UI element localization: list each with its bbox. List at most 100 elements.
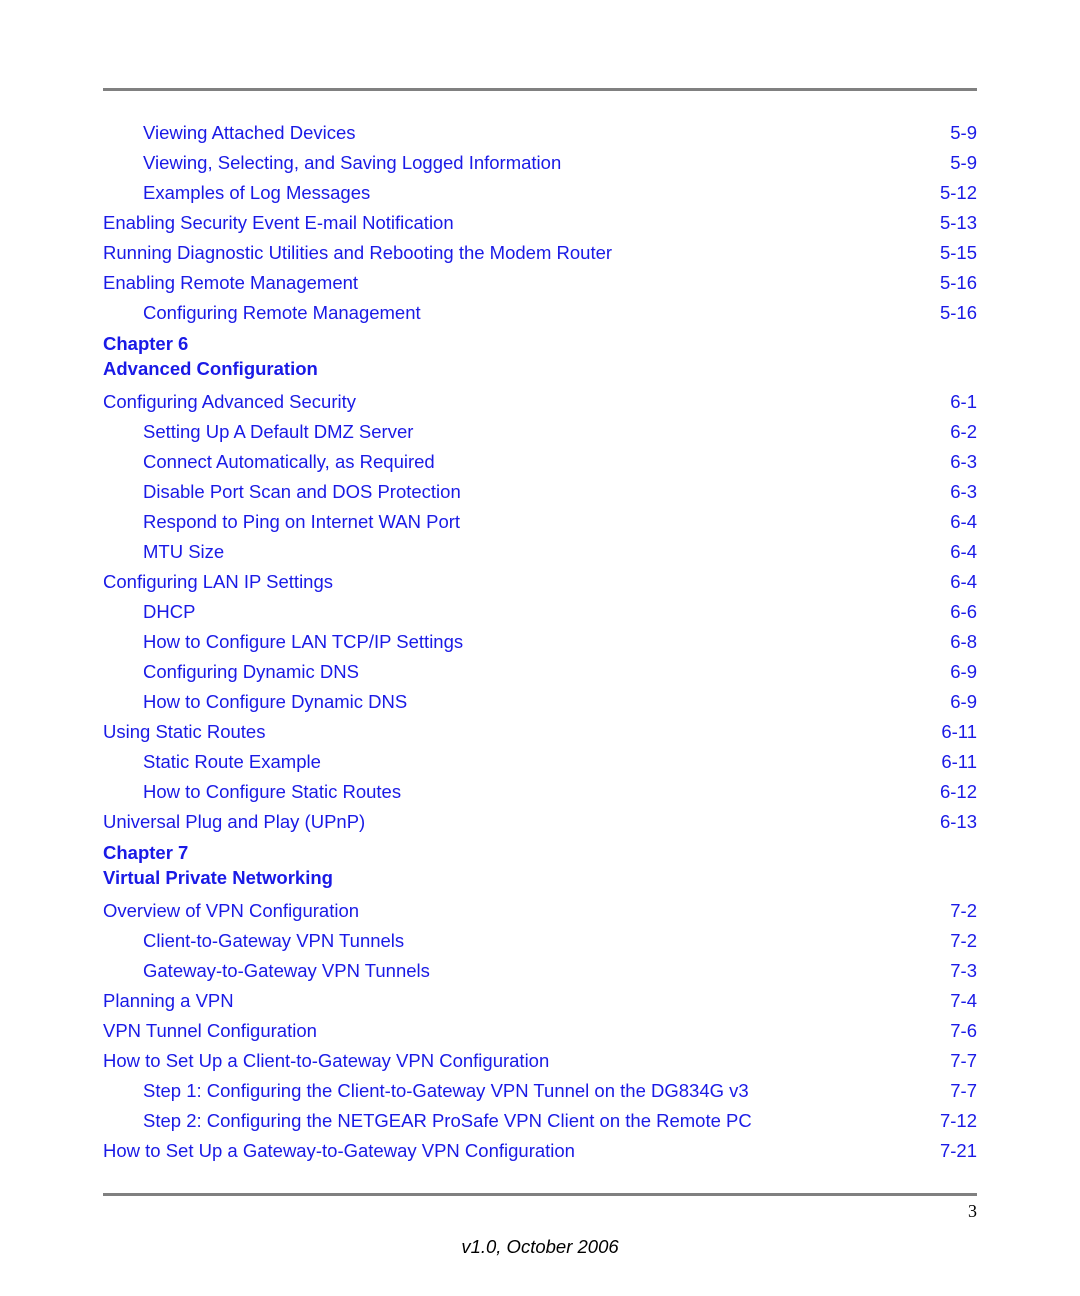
toc-entry-page-number: 6-2 <box>950 421 977 442</box>
toc-entry-title: Using Static Routes <box>103 721 266 742</box>
toc-entry[interactable]: Configuring Advanced Security 6-1 <box>103 387 977 417</box>
toc-entry-page-number: 6-6 <box>950 601 977 622</box>
toc-dot-leader <box>339 570 928 589</box>
toc-dot-leader <box>371 810 928 829</box>
toc-entry[interactable]: How to Set Up a Gateway-to-Gateway VPN C… <box>103 1136 977 1166</box>
toc-entry-page-number: 6-9 <box>950 661 977 682</box>
toc-entry[interactable]: Setting Up A Default DMZ Server 6-2 <box>103 417 977 447</box>
toc-entry-title: Enabling Remote Management <box>103 272 359 293</box>
toc-dot-leader <box>327 750 928 769</box>
toc-entry-page-number: 5-12 <box>939 182 977 203</box>
toc-dot-leader <box>201 600 928 619</box>
toc-entry-title: How to Configure LAN TCP/IP Settings <box>143 631 464 652</box>
toc-entry[interactable]: VPN Tunnel Configuration 7-6 <box>103 1016 977 1046</box>
toc-dot-leader <box>362 390 928 409</box>
toc-entry-page-number: 7-2 <box>950 900 977 921</box>
toc-entry-page-number: 6-3 <box>950 481 977 502</box>
toc-dot-leader <box>441 450 928 469</box>
toc-entry-title: Configuring Dynamic DNS <box>143 661 359 682</box>
toc-entry[interactable]: Viewing, Selecting, and Saving Logged In… <box>103 148 977 178</box>
toc-dot-leader <box>364 271 928 290</box>
toc-entry-title: Viewing Attached Devices <box>143 122 356 143</box>
toc-entry[interactable]: Using Static Routes 6-11 <box>103 717 977 747</box>
toc-entry-page-number: 6-11 <box>941 751 977 772</box>
toc-entry-page-number: 6-9 <box>950 691 977 712</box>
toc-dot-leader <box>230 540 928 559</box>
toc-entry[interactable]: How to Set Up a Client-to-Gateway VPN Co… <box>103 1046 977 1076</box>
toc-entry-title: Configuring LAN IP Settings <box>103 571 334 592</box>
toc-entry[interactable]: Running Diagnostic Utilities and Rebooti… <box>103 238 977 268</box>
toc-entry-title: Configuring Advanced Security <box>103 391 356 412</box>
toc-entry[interactable]: Step 2: Configuring the NETGEAR ProSafe … <box>103 1106 977 1136</box>
toc-dot-leader <box>758 1109 928 1128</box>
toc-entry[interactable]: Client-to-Gateway VPN Tunnels 7-2 <box>103 926 977 956</box>
toc-entry-page-number: 5-9 <box>950 152 977 173</box>
toc-entry-title: Enabling Security Event E-mail Notificat… <box>103 212 454 233</box>
toc-entry-page-number: 6-13 <box>939 811 977 832</box>
toc-entry-title: Configuring Remote Management <box>143 302 421 323</box>
toc-entry[interactable]: Examples of Log Messages 5-12 <box>103 178 977 208</box>
chapter-heading: Chapter 7 Virtual Private Networking <box>103 840 977 890</box>
toc-dot-leader <box>755 1079 928 1098</box>
toc-entry[interactable]: MTU Size 6-4 <box>103 537 977 567</box>
toc-entry-page-number: 6-11 <box>941 721 977 742</box>
toc-entry[interactable]: How to Configure LAN TCP/IP Settings 6-8 <box>103 627 977 657</box>
chapter-title: Virtual Private Networking <box>103 867 333 888</box>
chapter-title: Advanced Configuration <box>103 358 318 379</box>
toc-entry-title: Planning a VPN <box>103 990 234 1011</box>
toc-dot-leader <box>365 660 928 679</box>
toc-entry-title: Step 2: Configuring the NETGEAR ProSafe … <box>143 1110 752 1131</box>
toc-entry[interactable]: Configuring Dynamic DNS 6-9 <box>103 657 977 687</box>
toc-entry[interactable]: Configuring Remote Management 5-16 <box>103 298 977 328</box>
toc-entry-title: Disable Port Scan and DOS Protection <box>143 481 461 502</box>
toc-dot-leader <box>362 121 928 140</box>
toc-dot-leader <box>555 1049 928 1068</box>
toc-dot-leader <box>436 959 928 978</box>
toc-entry[interactable]: Overview of VPN Configuration 7-2 <box>103 896 977 926</box>
toc-entry-page-number: 5-9 <box>950 122 977 143</box>
toc-entry-page-number: 7-2 <box>950 930 977 951</box>
toc-entry[interactable]: Configuring LAN IP Settings 6-4 <box>103 567 977 597</box>
toc-entry-page-number: 6-4 <box>950 541 977 562</box>
toc-dot-leader <box>407 780 928 799</box>
toc-entry-page-number: 7-7 <box>950 1050 977 1071</box>
toc-entry[interactable]: Disable Port Scan and DOS Protection 6-3 <box>103 477 977 507</box>
toc-entry[interactable]: Gateway-to-Gateway VPN Tunnels 7-3 <box>103 956 977 986</box>
footer-version-text: v1.0, October 2006 <box>461 1236 619 1257</box>
toc-dot-leader <box>323 1019 928 1038</box>
toc-entry[interactable]: Viewing Attached Devices 5-9 <box>103 118 977 148</box>
toc-entry[interactable]: DHCP 6-6 <box>103 597 977 627</box>
toc-entry-title: Running Diagnostic Utilities and Rebooti… <box>103 242 613 263</box>
toc-dot-leader <box>419 420 928 439</box>
toc-dot-leader <box>460 211 928 230</box>
toc-entry-page-number: 7-6 <box>950 1020 977 1041</box>
toc-entry-title: Step 1: Configuring the Client-to-Gatewa… <box>143 1080 749 1101</box>
toc-entry-title: Respond to Ping on Internet WAN Port <box>143 511 461 532</box>
toc-dot-leader <box>567 151 928 170</box>
toc-entry[interactable]: Planning a VPN 7-4 <box>103 986 977 1016</box>
toc-entry-page-number: 6-4 <box>950 571 977 592</box>
toc-entry-page-number: 7-4 <box>950 990 977 1011</box>
toc-entry-page-number: 7-7 <box>950 1080 977 1101</box>
footer-rule <box>103 1193 977 1196</box>
footer-page-number: 3 <box>968 1201 977 1221</box>
toc-dot-leader <box>410 929 928 948</box>
toc-entry[interactable]: Respond to Ping on Internet WAN Port 6-4 <box>103 507 977 537</box>
chapter-label: Chapter 7 <box>103 842 189 863</box>
toc-entry[interactable]: How to Configure Dynamic DNS 6-9 <box>103 687 977 717</box>
toc-entry[interactable]: Enabling Security Event E-mail Notificat… <box>103 208 977 238</box>
toc-entry-title: How to Set Up a Client-to-Gateway VPN Co… <box>103 1050 550 1071</box>
toc-entry-title: MTU Size <box>143 541 225 562</box>
toc-entry[interactable]: Universal Plug and Play (UPnP) 6-13 <box>103 807 977 837</box>
toc-entry-title: Gateway-to-Gateway VPN Tunnels <box>143 960 430 981</box>
toc-entry[interactable]: Connect Automatically, as Required 6-3 <box>103 447 977 477</box>
toc-entry-title: Overview of VPN Configuration <box>103 900 360 921</box>
chapter-heading: Chapter 6 Advanced Configuration <box>103 331 977 381</box>
toc-dot-leader <box>469 630 928 649</box>
toc-entry-title: Setting Up A Default DMZ Server <box>143 421 414 442</box>
toc-entry[interactable]: Step 1: Configuring the Client-to-Gatewa… <box>103 1076 977 1106</box>
toc-entry-page-number: 7-3 <box>950 960 977 981</box>
toc-entry[interactable]: How to Configure Static Routes 6-12 <box>103 777 977 807</box>
toc-entry[interactable]: Static Route Example 6-11 <box>103 747 977 777</box>
toc-entry[interactable]: Enabling Remote Management 5-16 <box>103 268 977 298</box>
